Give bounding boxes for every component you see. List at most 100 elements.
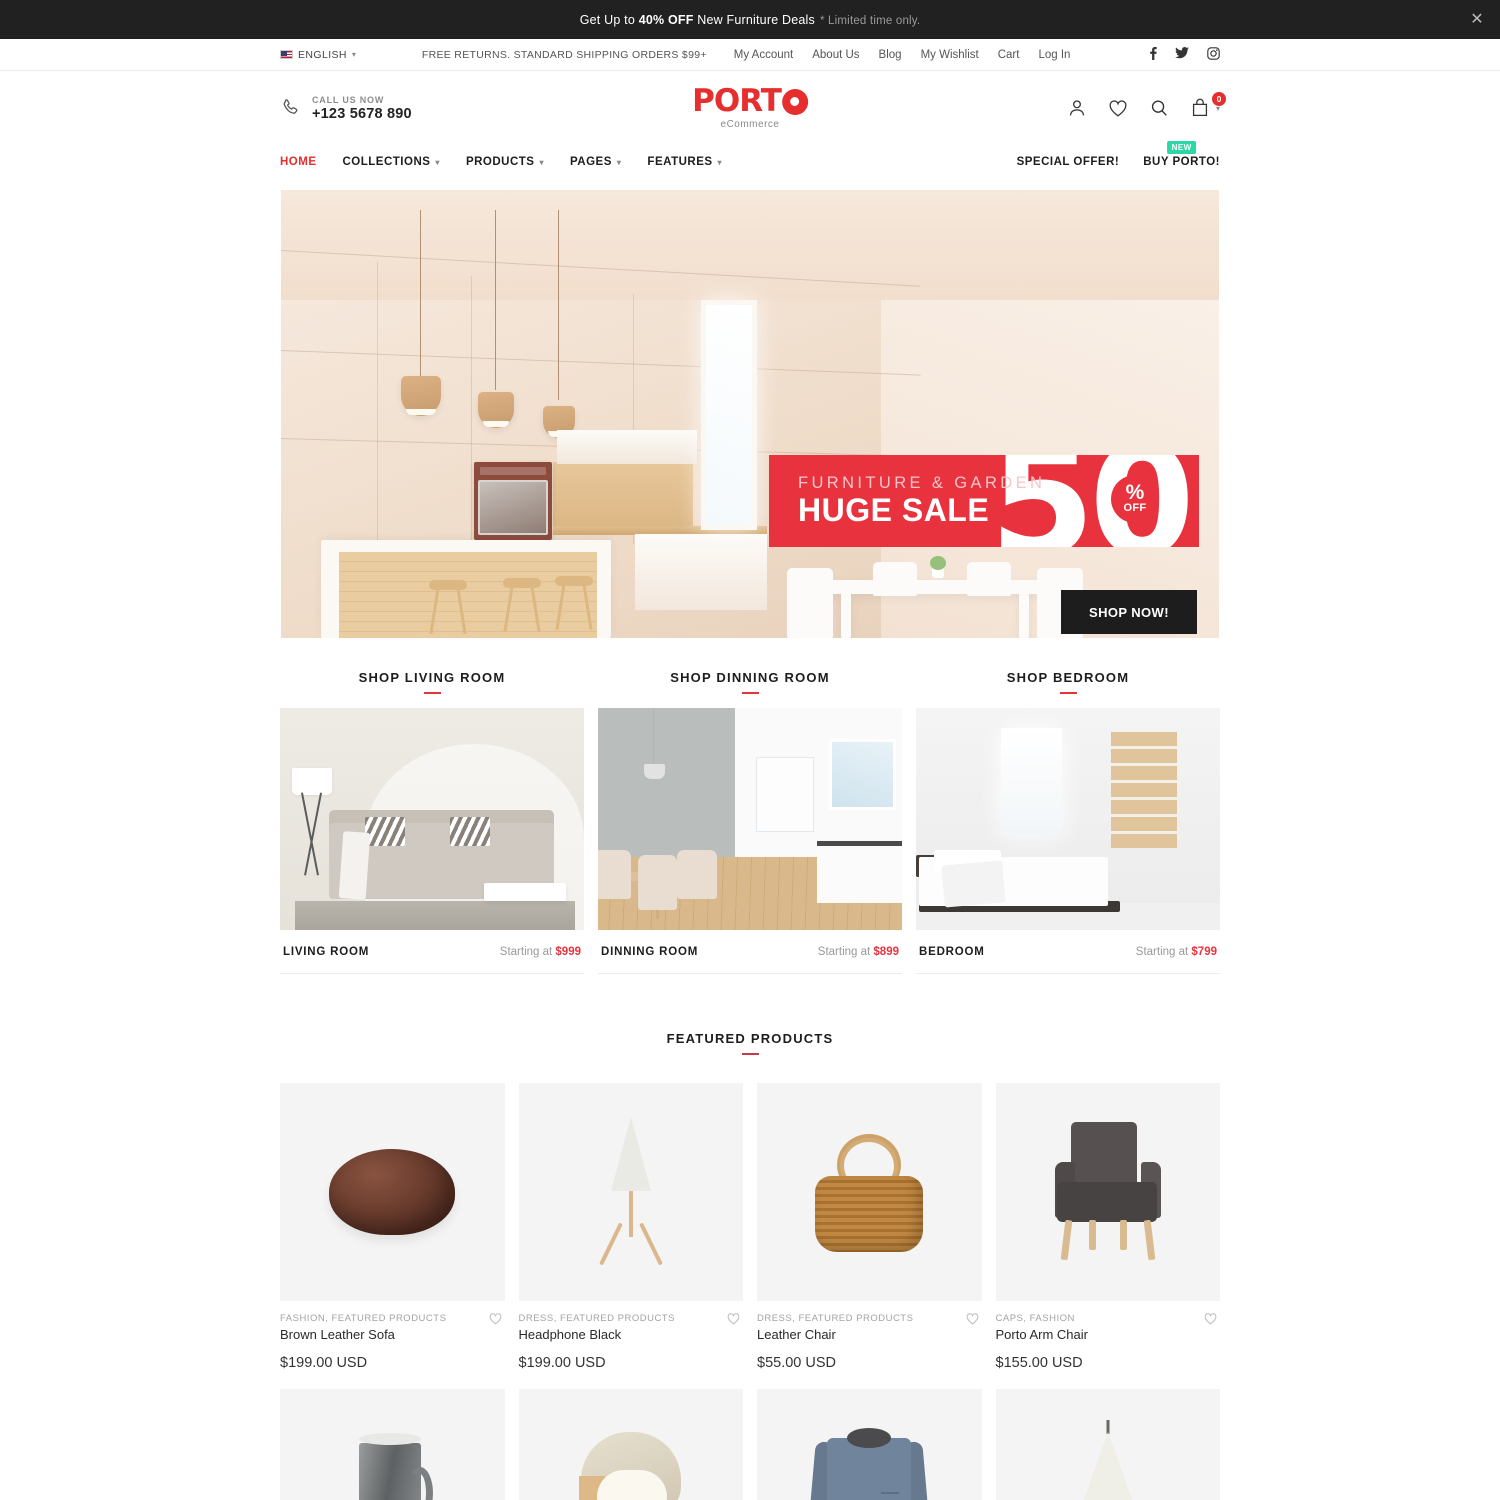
search-icon[interactable] (1148, 97, 1170, 119)
category-section: SHOP LIVING ROOM LIVING ROOM Starting at… (280, 670, 1220, 974)
mug-graphic (347, 1433, 437, 1500)
page-root: Get Up to 40% OFF New Furniture Deals * L… (0, 0, 1500, 1500)
category-image-bedroom (916, 708, 1220, 930)
price-value: $799 (1191, 946, 1217, 958)
promo-note: * Limited time only. (819, 14, 921, 27)
link-blog[interactable]: Blog (879, 49, 902, 61)
logo-word: PORT (692, 83, 782, 119)
product-card[interactable] (757, 1389, 982, 1500)
product-categories: FASHION, FEATURED PRODUCTS (280, 1313, 447, 1324)
product-card[interactable] (995, 1389, 1220, 1500)
nav-secondary: SPECIAL OFFER! NEW BUY PORTO! (1017, 141, 1220, 168)
nav-item-features[interactable]: FEATURES ▾ (647, 156, 722, 168)
nav-label: HOME (280, 156, 317, 168)
wishlist-icon[interactable] (726, 1311, 741, 1326)
nav-item-special-offer[interactable]: SPECIAL OFFER! (1017, 156, 1120, 168)
language-selector[interactable]: ENGLISH ▾ (280, 49, 356, 61)
product-grid: FASHION, FEATURED PRODUCTS Brown Leather… (280, 1083, 1220, 1500)
top-links: FREE RETURNS. STANDARD SHIPPING ORDERS $… (356, 49, 1136, 61)
nav-label: SPECIAL OFFER! (1016, 156, 1120, 168)
price-value: $999 (555, 946, 581, 958)
facebook-icon[interactable] (1150, 46, 1157, 63)
category-price: Starting at $799 (1136, 946, 1217, 958)
promo-suffix: New Furniture Deals (693, 12, 815, 27)
link-my-wishlist[interactable]: My Wishlist (921, 49, 979, 61)
featured-products-section: FEATURED PRODUCTS FASHION, FEATURED PROD… (280, 1031, 1220, 1500)
product-image-brown-leather-sofa (280, 1083, 505, 1301)
nav-primary: HOME COLLECTIONS ▾ PRODUCTS ▾ PAGES ▾ FE… (280, 156, 722, 168)
category-rule (423, 692, 441, 694)
category-name: DINNING ROOM (601, 946, 699, 958)
close-icon[interactable]: ✕ (1467, 10, 1487, 30)
nav-item-pages[interactable]: PAGES ▾ (570, 156, 621, 168)
nav-item-products[interactable]: PRODUCTS ▾ (466, 156, 544, 168)
wishlist-icon[interactable] (1107, 97, 1129, 119)
featured-rule (741, 1053, 759, 1055)
price-prefix: Starting at (499, 946, 556, 958)
link-my-account[interactable]: My Account (734, 49, 793, 61)
category-image-living-room (280, 708, 584, 930)
nav-item-home[interactable]: HOME (280, 156, 317, 168)
chevron-down-icon: ▾ (717, 157, 723, 167)
product-card[interactable] (280, 1389, 505, 1500)
category-price: Starting at $899 (818, 946, 899, 958)
wishlist-icon[interactable] (488, 1311, 503, 1326)
nav-item-collections[interactable]: COLLECTIONS ▾ (343, 156, 440, 168)
product-price: $155.00 USD (995, 1355, 1083, 1371)
product-name[interactable]: Headphone Black (519, 1327, 744, 1342)
phone-icon (280, 97, 302, 119)
product-price: $199.00 USD (280, 1355, 368, 1371)
cart-icon[interactable]: 0 ▾ (1189, 92, 1226, 119)
category-card-bedroom[interactable]: SHOP BEDROOM BEDROOM Starting at $799 (916, 670, 1220, 974)
product-card[interactable]: DRESS, FEATURED PRODUCTS Leather Chair $… (757, 1083, 982, 1371)
category-image-dinning-room (598, 708, 902, 930)
table-lamp-graphic (596, 1117, 666, 1267)
hero-percent-symbol: % (1125, 480, 1145, 504)
category-card-living-room[interactable]: SHOP LIVING ROOM LIVING ROOM Starting at… (280, 670, 584, 974)
language-label: ENGLISH (298, 48, 347, 61)
wicker-basket-graphic (809, 1132, 929, 1252)
link-log-in[interactable]: Log In (1038, 49, 1070, 61)
wishlist-icon[interactable] (965, 1311, 980, 1326)
nav-item-buy-porto[interactable]: NEW BUY PORTO! (1143, 141, 1220, 168)
product-image-swivel-chair (518, 1389, 743, 1500)
category-card-dinning-room[interactable]: SHOP DINNING ROOM DINNING ROOM Starting (598, 670, 902, 974)
product-name[interactable]: Brown Leather Sofa (280, 1327, 505, 1342)
logo-o-icon (781, 88, 808, 115)
product-card[interactable]: CAPS, FASHION Porto Arm Chair $155.00 US… (995, 1083, 1221, 1371)
category-name: LIVING ROOM (283, 946, 370, 958)
product-image-leather-chair (757, 1083, 982, 1301)
category-name: BEDROOM (919, 946, 985, 958)
account-icon[interactable] (1066, 97, 1088, 119)
product-card[interactable]: FASHION, FEATURED PRODUCTS Brown Leather… (280, 1083, 505, 1371)
hero-banner[interactable]: FURNITURE & GARDEN HUGE SALE 50 % OFF SH… (281, 190, 1219, 638)
product-price: $199.00 USD (518, 1355, 606, 1371)
hero-off-label: OFF (1123, 502, 1147, 515)
product-name[interactable]: Porto Arm Chair (996, 1327, 1221, 1342)
wishlist-icon[interactable] (1203, 1311, 1218, 1326)
promo-bar: Get Up to 40% OFF New Furniture Deals * L… (0, 0, 1500, 39)
hero-percent-badge: % OFF (1111, 475, 1159, 523)
product-card[interactable] (518, 1389, 743, 1500)
promo-text: Get Up to 40% OFF New Furniture Deals * L… (580, 13, 921, 27)
product-price: $55.00 USD (757, 1355, 836, 1371)
new-badge: NEW (1166, 141, 1197, 154)
featured-title: FEATURED PRODUCTS (666, 1031, 834, 1046)
link-cart[interactable]: Cart (998, 49, 1020, 61)
product-name[interactable]: Leather Chair (757, 1327, 982, 1342)
arm-chair-graphic (1049, 1122, 1167, 1262)
twitter-icon[interactable] (1175, 46, 1189, 62)
promo-prefix: Get Up to (579, 12, 639, 27)
instagram-icon[interactable] (1207, 46, 1220, 63)
site-header: CALL US NOW +123 5678 890 PORT eCommerce (0, 71, 1500, 145)
product-image-porto-arm-chair (995, 1083, 1220, 1301)
table-lamp-graphic (1053, 1418, 1163, 1500)
hero-sale-banner: FURNITURE & GARDEN HUGE SALE 50 % OFF (769, 455, 1199, 547)
link-about-us[interactable]: About Us (812, 49, 859, 61)
call-us-block: CALL US NOW +123 5678 890 (280, 95, 412, 122)
site-logo[interactable]: PORT eCommerce (692, 86, 808, 130)
shop-now-button[interactable]: SHOP NOW! (1061, 590, 1197, 634)
chevron-down-icon: ▾ (539, 157, 544, 167)
shipping-notice: FREE RETURNS. STANDARD SHIPPING ORDERS $… (421, 48, 707, 61)
product-card[interactable]: DRESS, FEATURED PRODUCTS Headphone Black… (518, 1083, 744, 1371)
